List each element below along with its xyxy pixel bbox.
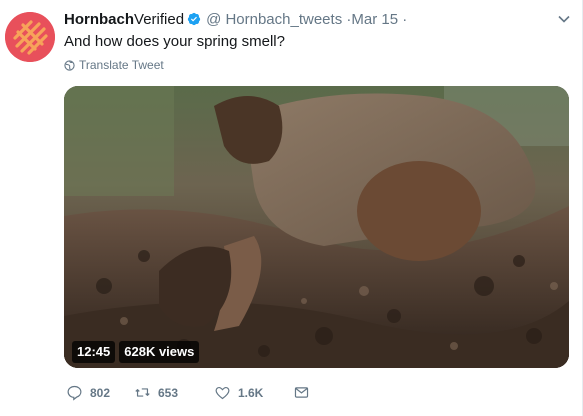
hornbach-logo-icon — [5, 12, 55, 62]
tweet-header: HornbachVerified @ Hornbach_tweets ·Mar 1… — [64, 11, 407, 29]
author-name[interactable]: Hornbach — [64, 11, 134, 28]
video-player[interactable] — [64, 86, 569, 368]
retweet-button[interactable]: 653 — [134, 384, 214, 401]
tweet-text: And how does your spring smell? — [64, 33, 285, 50]
direct-message-button[interactable] — [293, 384, 310, 401]
avatar[interactable] — [5, 12, 55, 62]
video-view-count: 628K views — [119, 341, 200, 363]
video-duration: 12:45 — [72, 341, 116, 363]
tweet-time[interactable]: Mar 15 — [351, 11, 398, 28]
like-button[interactable]: 1.6K — [214, 384, 293, 401]
author-handle[interactable]: @ Hornbach_tweets — [206, 11, 342, 28]
translate-label: Translate Tweet — [79, 58, 164, 72]
envelope-icon — [294, 387, 309, 398]
retweet-icon — [135, 388, 150, 397]
globe-icon — [64, 59, 75, 71]
verified-label: Verified — [134, 11, 185, 28]
reply-count: 802 — [90, 385, 111, 400]
tweet-card[interactable]: HornbachVerified @ Hornbach_tweets ·Mar 1… — [0, 0, 583, 416]
more-options-button[interactable] — [558, 10, 570, 26]
reply-icon — [67, 385, 82, 401]
chevron-down-icon — [558, 15, 570, 23]
retweet-count: 653 — [158, 385, 179, 400]
translate-tweet-link[interactable]: Translate Tweet — [64, 58, 164, 72]
video-overlay-badges: 12:45 628K views — [72, 341, 200, 363]
tweet-actions: 802 653 1.6K — [66, 384, 310, 401]
verified-badge-icon — [187, 12, 201, 26]
separator-dot-trailing: · — [402, 11, 408, 28]
video-thumbnail — [64, 86, 569, 368]
reply-button[interactable]: 802 — [66, 384, 134, 401]
like-count: 1.6K — [238, 385, 264, 400]
heart-icon — [215, 386, 230, 400]
